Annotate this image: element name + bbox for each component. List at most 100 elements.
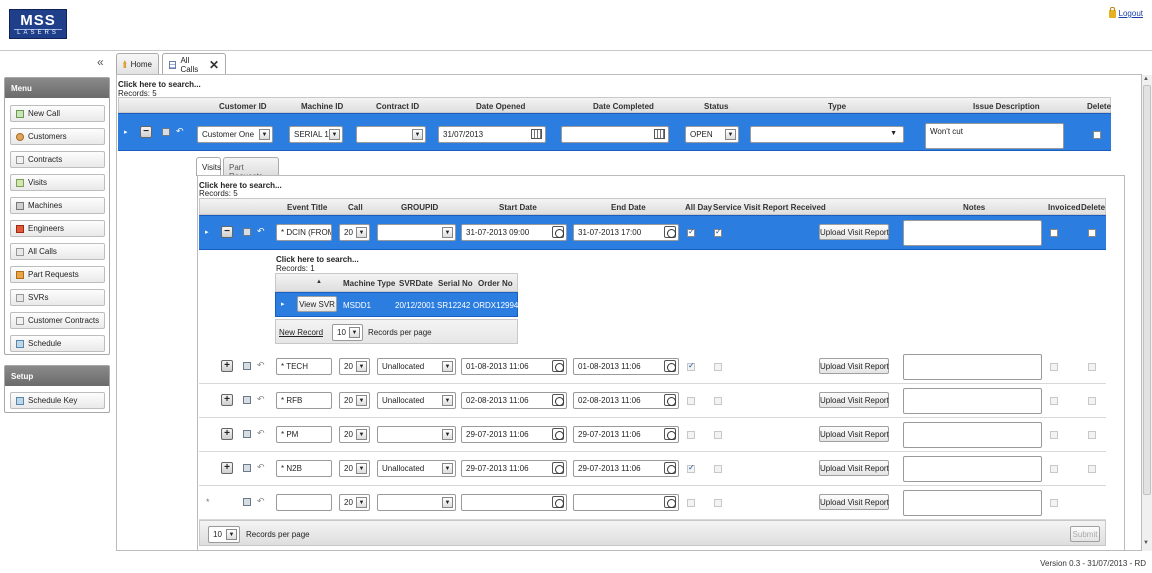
sidebar-item-schedule-key[interactable]: Schedule Key: [10, 392, 105, 409]
visit-row[interactable]: + ↶ * PM 20 ▼ ▼ 29-07-2013 11:06 29-07-20…: [199, 418, 1106, 452]
svr-received-checkbox[interactable]: [714, 397, 722, 405]
start-date-field[interactable]: 29-07-2013 11:06: [461, 426, 567, 443]
submit-button[interactable]: Submit: [1070, 526, 1100, 542]
save-icon[interactable]: [243, 228, 251, 236]
col-call[interactable]: Call: [348, 203, 363, 212]
status-select[interactable]: OPEN ▼: [685, 126, 739, 143]
expand-button[interactable]: +: [221, 394, 233, 406]
datetime-picker-icon[interactable]: [664, 360, 676, 372]
new-record-link[interactable]: New Record: [279, 328, 323, 337]
upload-visit-report-button[interactable]: Upload Visit Report: [819, 392, 889, 408]
col-start-date[interactable]: Start Date: [499, 203, 537, 212]
end-date-field[interactable]: 01-08-2013 11:06: [573, 358, 679, 375]
datetime-picker-icon[interactable]: [664, 428, 676, 440]
save-icon[interactable]: [243, 362, 251, 370]
svr-received-checkbox[interactable]: [714, 465, 722, 473]
datetime-picker-icon[interactable]: [552, 428, 564, 440]
end-date-field[interactable]: 31-07-2013 17:00: [573, 224, 679, 241]
upload-visit-report-button[interactable]: Upload Visit Report: [819, 426, 889, 442]
groupid-select[interactable]: Unallocated ▼: [377, 460, 456, 477]
event-title-field[interactable]: * DCIN (FROM: [276, 224, 332, 241]
svr-row-selected[interactable]: ▸ View SVR MSDD1 20/12/2001 SR12242 ORDX…: [275, 292, 518, 317]
call-select[interactable]: 20 ▼: [339, 460, 370, 477]
svr-received-checkbox[interactable]: [714, 227, 722, 237]
visit-row[interactable]: + ↶ * TECH 20 ▼ Unallocated ▼ 01-08-2013 1…: [199, 350, 1106, 384]
all-day-checkbox[interactable]: [687, 463, 695, 473]
invoiced-checkbox[interactable]: [1050, 431, 1058, 439]
sidebar-item-customer-contracts[interactable]: Customer Contracts: [10, 312, 105, 329]
upload-visit-report-button[interactable]: Upload Visit Report: [819, 460, 889, 476]
visit-row[interactable]: + ↶ * N2B 20 ▼ Unallocated ▼ 29-07-2013 11…: [199, 452, 1106, 486]
end-date-field[interactable]: 02-08-2013 11:06: [573, 392, 679, 409]
datetime-picker-icon[interactable]: [552, 496, 564, 508]
upload-visit-report-button[interactable]: Upload Visit Report: [819, 224, 889, 240]
contract-id-select[interactable]: ▼: [356, 126, 426, 143]
col-delete[interactable]: Delete: [1087, 102, 1111, 111]
invoiced-checkbox[interactable]: [1050, 499, 1058, 507]
col-delete[interactable]: Delete: [1081, 203, 1105, 212]
all-day-checkbox[interactable]: [687, 397, 695, 405]
machine-id-select[interactable]: SERIAL 1 ▼: [289, 126, 343, 143]
delete-checkbox[interactable]: [1088, 431, 1096, 439]
undo-icon[interactable]: ↶: [257, 394, 265, 405]
col-status[interactable]: Status: [704, 102, 728, 111]
all-day-checkbox[interactable]: [687, 227, 695, 237]
call-select[interactable]: 20 ▼: [339, 224, 370, 241]
save-icon[interactable]: [162, 128, 170, 136]
sidebar-item-visits[interactable]: Visits: [10, 174, 105, 191]
svr-page-size-select[interactable]: 10 ▼: [332, 324, 363, 341]
undo-icon[interactable]: ↶: [257, 428, 265, 439]
issue-description-field[interactable]: Won't cut: [925, 123, 1064, 149]
collapse-button[interactable]: −: [140, 126, 152, 138]
sidebar-item-all-calls[interactable]: All Calls: [10, 243, 105, 260]
event-title-field[interactable]: * TECH: [276, 358, 332, 375]
date-opened-field[interactable]: 31/07/2013: [438, 126, 546, 143]
col-notes[interactable]: Notes: [963, 203, 985, 212]
date-completed-field[interactable]: [561, 126, 669, 143]
collapse-sidebar-icon[interactable]: «: [97, 55, 104, 69]
col-contract-id[interactable]: Contract ID: [376, 102, 419, 111]
datetime-picker-icon[interactable]: [552, 462, 564, 474]
datetime-picker-icon[interactable]: [552, 360, 564, 372]
col-issue-description[interactable]: Issue Description: [973, 102, 1040, 111]
delete-checkbox[interactable]: [1093, 131, 1101, 139]
tab-part-requests[interactable]: Part Requests: [223, 157, 279, 181]
col-order-no[interactable]: Order No: [478, 279, 513, 288]
all-day-checkbox[interactable]: [687, 499, 695, 507]
notes-field[interactable]: [903, 456, 1042, 482]
col-serial-no[interactable]: Serial No: [438, 279, 473, 288]
col-event-title[interactable]: Event Title: [287, 203, 327, 212]
datetime-picker-icon[interactable]: [552, 394, 564, 406]
upload-visit-report-button[interactable]: Upload Visit Report: [819, 358, 889, 374]
sidebar-item-customers[interactable]: Customers: [10, 128, 105, 145]
expand-arrow-icon[interactable]: ▸: [205, 228, 209, 236]
start-date-field[interactable]: 31-07-2013 09:00: [461, 224, 567, 241]
scroll-up-icon[interactable]: ▲: [1143, 76, 1149, 82]
collapse-button[interactable]: −: [221, 226, 233, 238]
tab-home[interactable]: Home: [116, 53, 159, 74]
groupid-select[interactable]: Unallocated ▼: [377, 392, 456, 409]
start-date-field[interactable]: [461, 494, 567, 511]
datetime-picker-icon[interactable]: [552, 226, 564, 238]
invoiced-checkbox[interactable]: [1050, 397, 1058, 405]
col-machine-type[interactable]: Machine Type: [343, 279, 395, 288]
sidebar-item-engineers[interactable]: Engineers: [10, 220, 105, 237]
groupid-select[interactable]: ▼: [377, 494, 456, 511]
col-end-date[interactable]: End Date: [611, 203, 646, 212]
vertical-scrollbar[interactable]: ▲ ▼: [1141, 75, 1152, 551]
col-svr-received[interactable]: Service Visit Report Received: [713, 203, 826, 212]
end-date-field[interactable]: 29-07-2013 11:06: [573, 426, 679, 443]
groupid-select[interactable]: ▼: [377, 224, 456, 241]
svr-received-checkbox[interactable]: [714, 499, 722, 507]
datetime-picker-icon[interactable]: [664, 462, 676, 474]
save-icon[interactable]: [243, 430, 251, 438]
delete-checkbox[interactable]: [1088, 465, 1096, 473]
calendar-icon[interactable]: [654, 129, 665, 139]
notes-field[interactable]: [903, 388, 1042, 414]
svr-received-checkbox[interactable]: [714, 363, 722, 371]
notes-field[interactable]: [903, 220, 1042, 246]
svr-search-link[interactable]: Click here to search...: [276, 255, 359, 264]
col-date-opened[interactable]: Date Opened: [476, 102, 525, 111]
sidebar-item-svrs[interactable]: SVRs: [10, 289, 105, 306]
all-day-checkbox[interactable]: [687, 361, 695, 371]
